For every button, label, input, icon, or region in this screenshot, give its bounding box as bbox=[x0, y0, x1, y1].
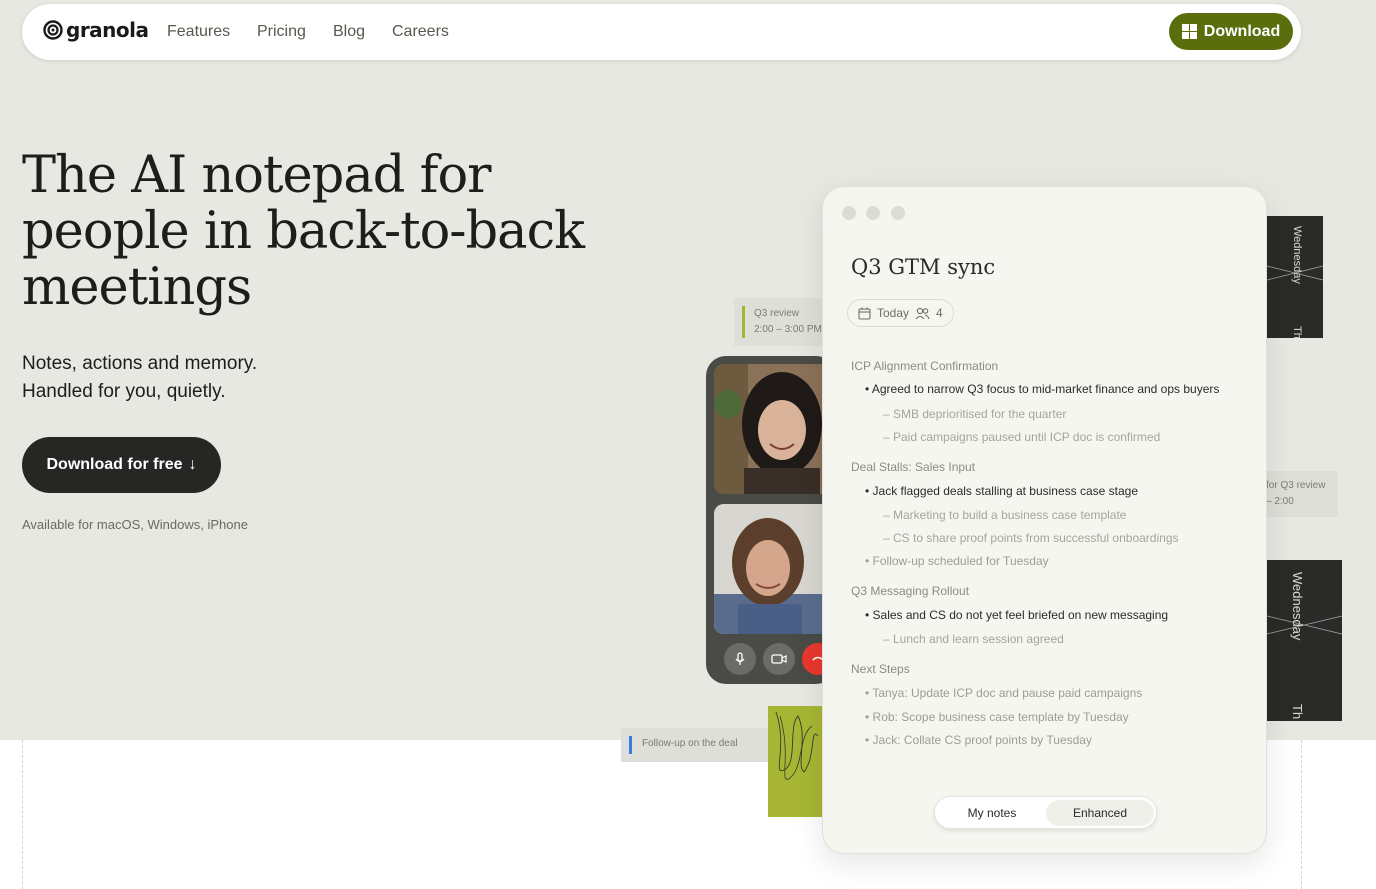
section-heading: Q3 Messaging Rollout bbox=[851, 584, 970, 598]
nav-download-button[interactable]: Download bbox=[1169, 13, 1293, 50]
participant-video-2 bbox=[714, 504, 834, 634]
microphone-icon bbox=[735, 652, 745, 665]
hero-sub-line-2: Handled for you, quietly. bbox=[22, 381, 226, 402]
event-title-2: for Q3 review bbox=[1266, 480, 1326, 491]
hero-sub-line-1: Notes, actions and memory. bbox=[22, 353, 258, 374]
notes-window: Q3 GTM sync Today 4 ICP Alignment Confir… bbox=[822, 186, 1267, 854]
note-bullet: • Jack flagged deals stalling at busines… bbox=[865, 484, 1139, 498]
granola-spiral-icon bbox=[43, 20, 63, 40]
nav-link-careers[interactable]: Careers bbox=[392, 23, 449, 41]
toggle-enhanced[interactable]: Enhanced bbox=[1046, 800, 1154, 826]
note-bullet: • Rob: Scope business case template by T… bbox=[865, 710, 1129, 724]
toggle-my-notes[interactable]: My notes bbox=[938, 800, 1046, 826]
event-title: Q3 review bbox=[754, 308, 800, 319]
note-sub-bullet: – Paid campaigns paused until ICP doc is… bbox=[883, 430, 1161, 444]
note-bullet: • Agreed to narrow Q3 focus to mid-marke… bbox=[865, 382, 1220, 396]
calendar-icon bbox=[858, 307, 871, 320]
meeting-meta-pill[interactable]: Today 4 bbox=[847, 299, 954, 327]
event-color-bar-3 bbox=[629, 736, 632, 754]
download-for-free-button[interactable]: Download for free ↓ bbox=[22, 437, 221, 493]
camera-button[interactable] bbox=[763, 643, 795, 675]
note-sub-bullet: – Marketing to build a business case tem… bbox=[883, 508, 1127, 522]
video-camera-icon bbox=[771, 654, 787, 664]
calendar-day-tile: Wednesday Th bbox=[1267, 216, 1323, 338]
calendar-day-tile-2: Wednesday Th bbox=[1267, 560, 1342, 721]
attendees-icon bbox=[915, 307, 930, 319]
logo-wordmark: granola bbox=[66, 18, 149, 42]
availability-text: Available for macOS, Windows, iPhone bbox=[22, 517, 248, 532]
note-bullet: • Tanya: Update ICP doc and pause paid c… bbox=[865, 686, 1143, 700]
windows-icon bbox=[1181, 24, 1197, 39]
window-close-dot[interactable] bbox=[842, 206, 856, 220]
video-call-window bbox=[706, 356, 836, 684]
hero-subheading: Notes, actions and memory. Handled for y… bbox=[22, 350, 257, 406]
section-heading: Next Steps bbox=[851, 662, 910, 676]
section-heading: ICP Alignment Confirmation bbox=[851, 359, 999, 373]
note-bullet: • Jack: Collate CS proof points by Tuesd… bbox=[865, 733, 1092, 747]
event-time: 2:00 – 3:00 PM bbox=[754, 324, 822, 335]
participant-video-1 bbox=[714, 364, 834, 494]
date-label: Today bbox=[877, 306, 910, 320]
participant-woman-image bbox=[714, 364, 834, 494]
window-minimize-dot[interactable] bbox=[866, 206, 880, 220]
granola-logo[interactable]: granola bbox=[42, 18, 149, 42]
calendar-event-card: Q3 review 2:00 – 3:00 PM bbox=[734, 298, 834, 346]
day-label-2: Wednesday bbox=[1290, 572, 1305, 641]
divider-left bbox=[22, 740, 23, 889]
note-title: Q3 GTM sync bbox=[851, 255, 996, 279]
mute-button[interactable] bbox=[724, 643, 756, 675]
day-abbrev-2: Th bbox=[1290, 704, 1305, 720]
nav-download-label: Download bbox=[1203, 22, 1281, 40]
attendee-count: 4 bbox=[936, 306, 943, 320]
nav-link-features[interactable]: Features bbox=[167, 23, 230, 41]
arrow-down-icon: ↓ bbox=[188, 456, 197, 473]
hero-headline: The AI notepad for people in back-to-bac… bbox=[22, 146, 585, 317]
note-sub-bullet: – CS to share proof points from successf… bbox=[883, 531, 1179, 545]
cta-label: Download for free bbox=[46, 456, 183, 473]
divider-right bbox=[1301, 740, 1302, 889]
notes-view-toggle: My notes Enhanced bbox=[934, 796, 1157, 829]
note-bullet: • Follow-up scheduled for Tuesday bbox=[865, 554, 1049, 568]
top-navbar: granola Features Pricing Blog Careers Do… bbox=[22, 4, 1301, 60]
section-heading: Deal Stalls: Sales Input bbox=[851, 460, 976, 474]
note-sub-bullet: – Lunch and learn session agreed bbox=[883, 632, 1064, 646]
window-maximize-dot[interactable] bbox=[891, 206, 905, 220]
scribble-pattern bbox=[775, 711, 819, 780]
event-title-3: Follow-up on the deal bbox=[642, 738, 738, 749]
calendar-event-card-3: Follow-up on the deal bbox=[621, 728, 771, 762]
calendar-event-card-2: for Q3 review – 2:00 bbox=[1262, 471, 1338, 517]
note-bullet: • Sales and CS do not yet feel briefed o… bbox=[865, 608, 1169, 622]
participant-man-image bbox=[714, 504, 834, 634]
event-time-2: – 2:00 bbox=[1266, 496, 1294, 507]
day-abbrev: Th bbox=[1291, 326, 1303, 338]
event-color-bar bbox=[742, 306, 745, 338]
nav-link-blog[interactable]: Blog bbox=[333, 23, 365, 41]
nav-link-pricing[interactable]: Pricing bbox=[257, 23, 306, 41]
note-sub-bullet: – SMB deprioritised for the quarter bbox=[883, 407, 1067, 421]
day-label: Wednesday bbox=[1291, 226, 1303, 284]
decorative-green-tile bbox=[768, 706, 824, 817]
